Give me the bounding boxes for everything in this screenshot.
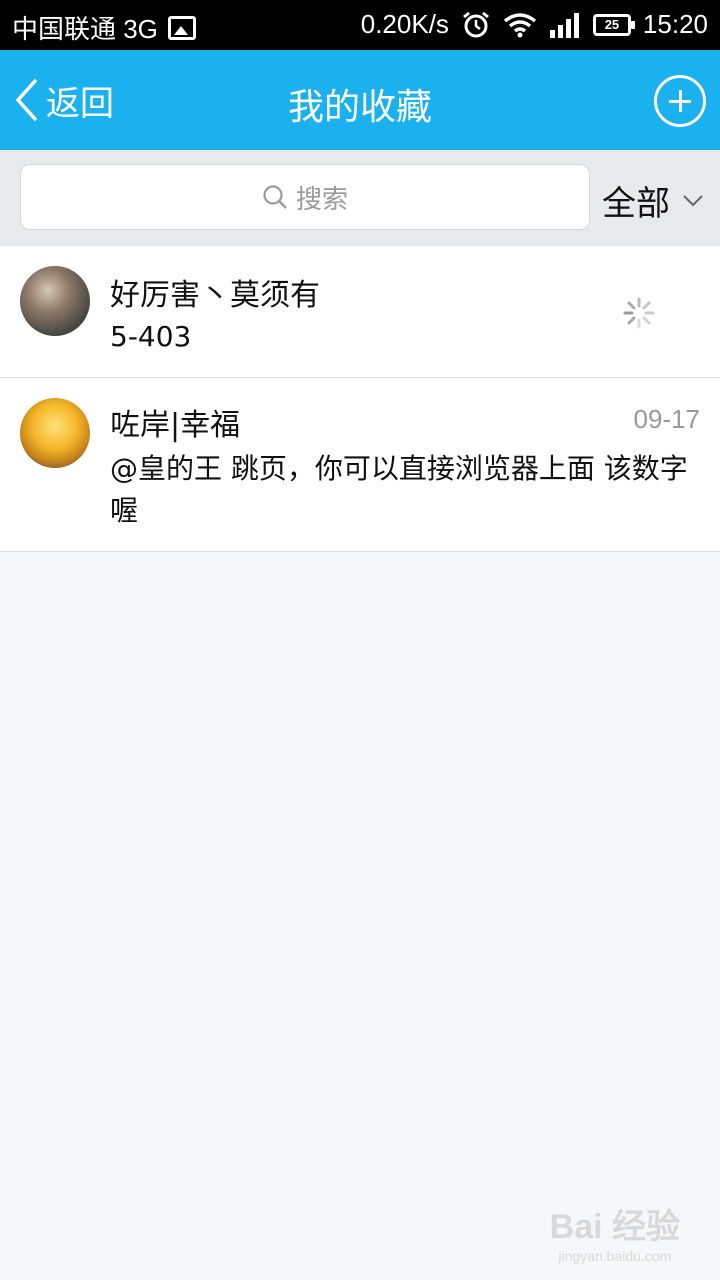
alarm-icon <box>462 11 489 37</box>
watermark-logo: Bai 经验 jingyan.baidu.com <box>550 1199 680 1264</box>
page-title: 我的收藏 <box>287 87 432 128</box>
battery-icon: 25 <box>592 13 635 36</box>
item-time: 09-17 <box>633 404 701 434</box>
status-left: 中国联通 3G <box>12 9 196 46</box>
add-button[interactable] <box>654 75 706 127</box>
loading-spinner-icon <box>623 297 655 329</box>
watermark-main: Bai 经验 <box>549 1208 680 1246</box>
status-right: 0.20K/s 25 15:20 <box>361 9 708 40</box>
item-name: 咗岸|幸福 <box>110 408 241 443</box>
carrier-label: 中国联通 3G <box>12 14 158 44</box>
search-bar: 搜索 全部 <box>0 150 720 246</box>
list-item[interactable]: 好厉害丶莫须有 5-403 <box>0 246 720 378</box>
item-name: 好厉害丶莫须有 <box>110 278 320 313</box>
network-speed: 0.20K/s <box>360 9 449 39</box>
search-placeholder: 搜索 <box>295 184 348 215</box>
image-notification-icon <box>167 15 196 40</box>
filter-label: 全部 <box>602 184 670 224</box>
status-bar: 中国联通 3G 0.20K/s 25 15:20 <box>0 0 720 50</box>
list-item[interactable]: 咗岸|幸福 09-17 @皇的王 跳页，你可以直接浏览器上面 该数字喔 <box>0 378 720 552</box>
item-message: @皇的王 跳页，你可以直接浏览器上面 该数字喔 <box>110 452 688 527</box>
filter-dropdown[interactable]: 全部 <box>602 176 704 225</box>
item-message: 5-403 <box>110 320 192 353</box>
watermark-sub: jingyan.baidu.com <box>558 1248 672 1264</box>
signal-icon <box>549 12 579 38</box>
title-bar: 返回 我的收藏 <box>0 50 720 150</box>
avatar <box>20 266 90 336</box>
search-icon <box>263 185 287 209</box>
search-input[interactable]: 搜索 <box>20 164 590 230</box>
avatar <box>20 398 90 468</box>
clock: 15:20 <box>642 9 708 39</box>
favorites-list: 好厉害丶莫须有 5-403 咗岸|幸福 09-17 @皇的王 跳页，你可以直接浏… <box>0 246 720 552</box>
chevron-down-icon <box>683 194 703 206</box>
wifi-icon <box>503 12 537 37</box>
